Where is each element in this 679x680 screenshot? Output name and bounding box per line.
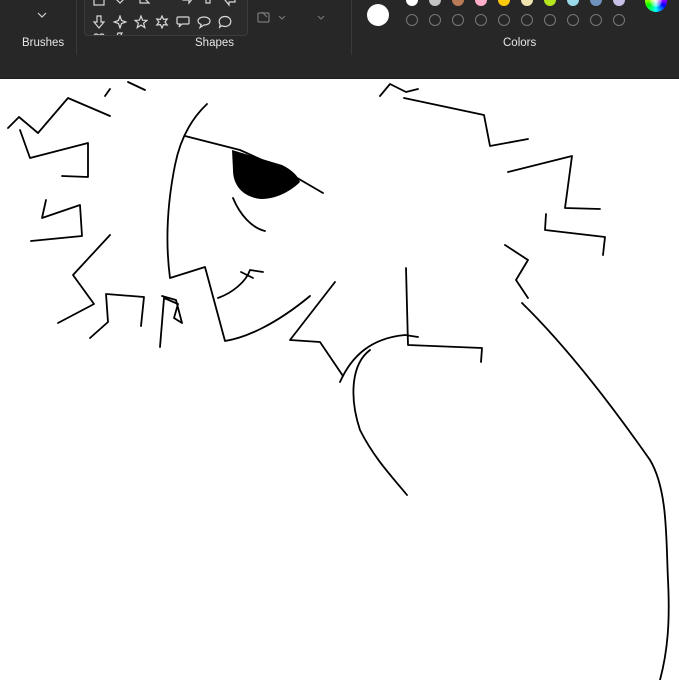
hair-spike: [89, 293, 145, 339]
color-wheel-icon: [650, 0, 662, 7]
face-outline: [166, 103, 311, 342]
shape-outline-button[interactable]: [256, 8, 298, 26]
brushes-group-label: Brushes: [22, 37, 65, 49]
palette-color-swatch[interactable]: [429, 0, 441, 6]
cloud-callout-icon[interactable]: [216, 13, 234, 31]
palette-color-swatch[interactable]: [613, 0, 625, 6]
palette-color-swatch[interactable]: [521, 0, 533, 6]
arrow-left-shape-icon[interactable]: [221, 0, 239, 9]
lightning-shape-icon[interactable]: [111, 29, 129, 35]
hair-spike: [379, 83, 419, 97]
arrow-right-shape-icon[interactable]: [179, 0, 197, 7]
back-curve: [521, 302, 670, 680]
custom-color-slot[interactable]: [567, 14, 579, 26]
torso-line: [405, 267, 483, 363]
heart-shape-icon[interactable]: [90, 29, 108, 35]
shapes-gallery: [84, 0, 248, 36]
divider: [76, 0, 77, 55]
cheek-line: [232, 197, 266, 232]
custom-color-slot[interactable]: [521, 14, 533, 26]
colors-group-label: Colors: [503, 37, 537, 49]
hair-spike: [159, 295, 183, 348]
brushes-dropdown-button[interactable]: [30, 6, 54, 24]
neck-line: [289, 281, 344, 377]
shoulder-curve: [339, 334, 419, 383]
custom-color-slot[interactable]: [544, 14, 556, 26]
custom-color-slot[interactable]: [406, 14, 418, 26]
diamond-shape-icon[interactable]: [111, 0, 129, 7]
hair-spike: [504, 244, 529, 299]
palette-color-swatch[interactable]: [452, 0, 464, 6]
shape-fill-button[interactable]: [312, 8, 330, 26]
shapes-group-label: Shapes: [195, 37, 235, 49]
custom-color-slot[interactable]: [475, 14, 487, 26]
custom-color-slot[interactable]: [498, 14, 510, 26]
hair-spike: [544, 213, 606, 256]
hair-spike: [19, 129, 89, 178]
ribbon-toolbar: Brushes Shapes Colors: [0, 0, 679, 79]
palette-color-swatch[interactable]: [475, 0, 487, 6]
hair-spike: [7, 97, 111, 134]
eye-pupil: [232, 150, 300, 199]
triangle-shape-icon[interactable]: [135, 0, 153, 7]
arm-curve: [352, 349, 408, 496]
custom-color-slot[interactable]: [452, 14, 464, 26]
hair-spike: [403, 97, 529, 147]
six-point-star-icon[interactable]: [153, 13, 171, 31]
primary-color-swatch[interactable]: [367, 4, 389, 26]
hair-spike: [104, 88, 111, 97]
custom-color-slot[interactable]: [429, 14, 441, 26]
palette-color-swatch[interactable]: [498, 0, 510, 6]
hair-spike: [57, 234, 111, 324]
chevron-down-icon: [278, 15, 286, 20]
palette-color-swatch[interactable]: [590, 0, 602, 6]
rect-callout-icon[interactable]: [174, 13, 192, 31]
palette-color-swatch[interactable]: [567, 0, 579, 6]
shape-outline-icon: [257, 11, 270, 23]
custom-color-slot[interactable]: [590, 14, 602, 26]
divider: [351, 0, 352, 55]
oval-callout-icon[interactable]: [195, 13, 213, 31]
drawing-canvas[interactable]: [0, 79, 679, 680]
arrow-up-shape-icon[interactable]: [199, 0, 217, 7]
edit-colors-button[interactable]: [645, 0, 667, 12]
hair-spike: [507, 155, 601, 210]
five-point-star-icon[interactable]: [132, 13, 150, 31]
freehand-drawing: [7, 81, 670, 680]
palette-color-swatch[interactable]: [544, 0, 556, 6]
hair-spike: [30, 199, 83, 242]
chevron-down-icon: [37, 12, 47, 18]
palette-color-swatch[interactable]: [406, 0, 418, 6]
custom-color-slot[interactable]: [613, 14, 625, 26]
rectangle-shape-icon[interactable]: [90, 0, 108, 11]
chevron-down-icon: [317, 15, 325, 20]
mouth-line: [217, 269, 264, 299]
hair-spike: [127, 81, 146, 91]
